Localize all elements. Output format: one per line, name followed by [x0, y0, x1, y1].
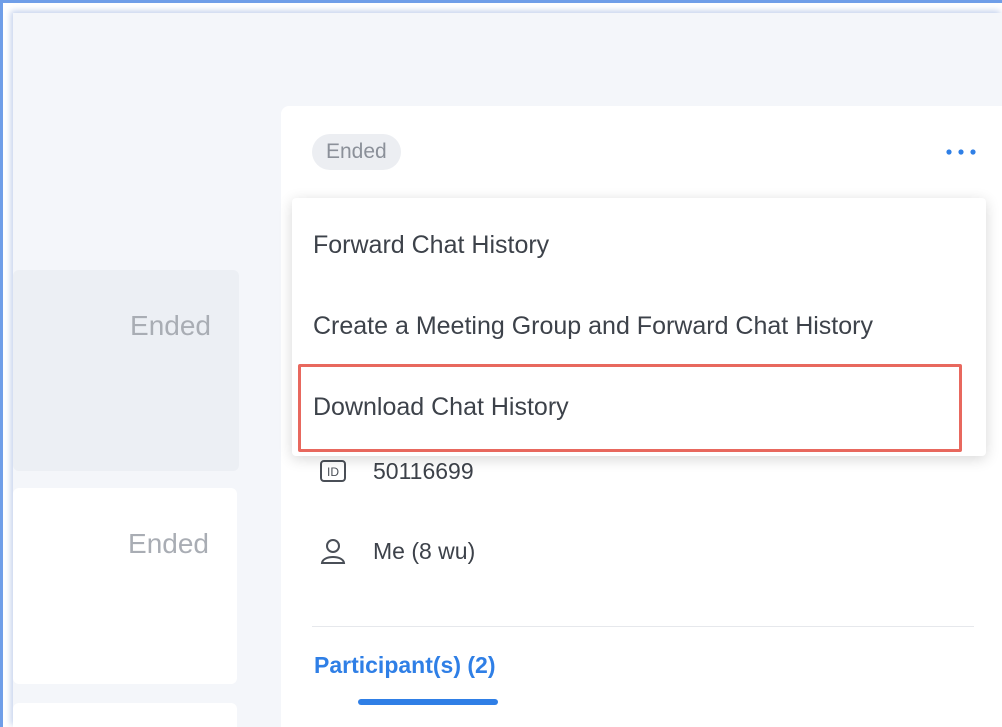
menu-item-download-chat-history[interactable]: Download Chat History: [292, 377, 986, 437]
meeting-id: 50116699: [373, 457, 474, 484]
menu-item-create-group-forward-chat[interactable]: Create a Meeting Group and Forward Chat …: [292, 296, 986, 356]
user-icon: [319, 537, 347, 565]
host-name: Me (8 wu): [373, 537, 476, 564]
menu-item-forward-chat-history[interactable]: Forward Chat History: [292, 215, 986, 275]
tab-participants[interactable]: Participant(s) (2): [314, 652, 495, 679]
more-button[interactable]: [941, 138, 981, 166]
list-item-status: Ended: [128, 528, 209, 559]
list-item[interactable]: [13, 703, 237, 727]
more-options-menu: Forward Chat History Create a Meeting Gr…: [292, 198, 986, 456]
divider: [312, 626, 974, 627]
host-row: Me (8 wu): [319, 537, 475, 565]
more-icon: [944, 131, 978, 164]
id-icon: ID: [319, 457, 347, 485]
list-item[interactable]: Ended: [13, 488, 237, 684]
meeting-id-row: ID 50116699: [319, 457, 474, 485]
status-badge: Ended: [312, 134, 401, 170]
svg-text:ID: ID: [327, 465, 339, 479]
list-item-status: Ended: [130, 310, 211, 341]
list-item[interactable]: Ended: [13, 270, 239, 471]
tab-active-indicator: [358, 699, 498, 705]
